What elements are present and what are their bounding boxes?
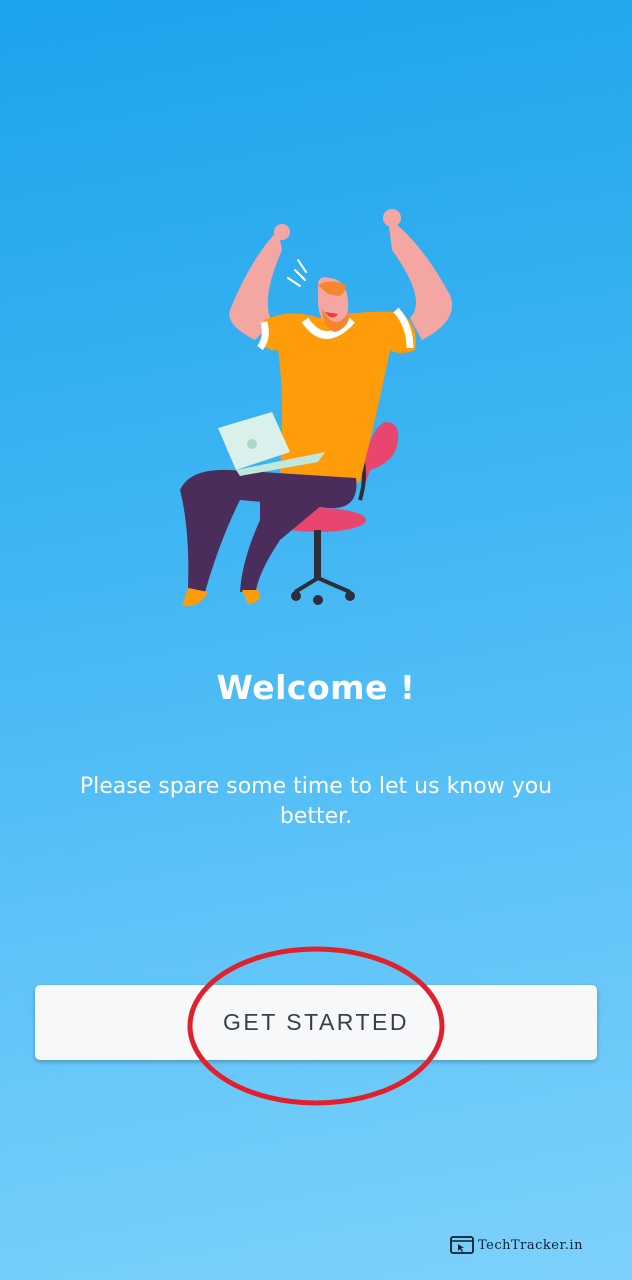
watermark: TechTracker.in — [450, 1233, 583, 1257]
legs-graphic — [180, 469, 357, 607]
highlight-circle-annotation — [187, 946, 445, 1106]
welcome-subtitle: Please spare some time to let us know yo… — [79, 774, 553, 829]
watermark-text: TechTracker.in — [478, 1237, 583, 1253]
shirt-graphic — [257, 307, 416, 485]
celebrating-man-illustration — [180, 209, 453, 607]
browser-window-icon — [450, 1236, 474, 1254]
welcome-title: Welcome ! — [216, 668, 416, 707]
welcome-screen: Welcome ! Please spare some time to let … — [0, 0, 632, 1280]
